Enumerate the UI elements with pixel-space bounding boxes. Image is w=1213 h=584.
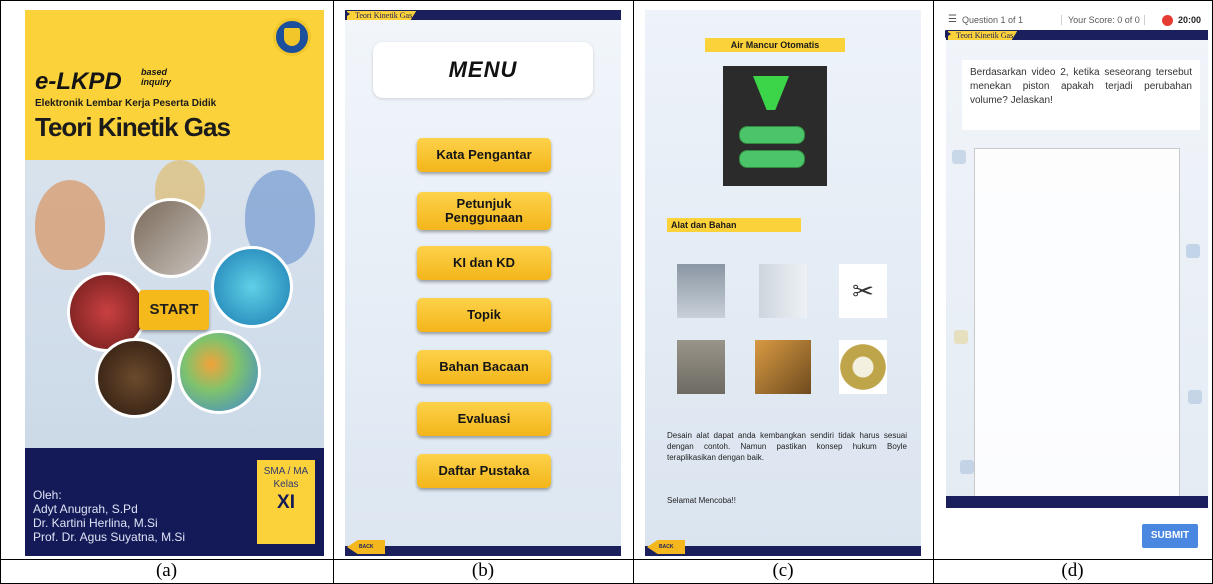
balloons-photo <box>177 330 261 414</box>
grade-school: SMA / MA <box>263 466 309 477</box>
divider <box>633 0 634 584</box>
menu-button-ki-dan-kd[interactable]: KI dan KD <box>417 246 551 280</box>
divider <box>0 0 1 584</box>
cover-screen: e-LKPD based inquiry Elektronik Lembar K… <box>25 10 324 556</box>
balloon-image <box>35 180 105 270</box>
caption-c: (c) <box>772 560 794 581</box>
divider <box>1144 15 1145 25</box>
answer-textarea[interactable] <box>974 148 1180 508</box>
puzzle-piece <box>952 150 966 164</box>
topic-tag: Teori Kinetik Gas <box>948 31 1018 40</box>
bottle-shape <box>739 150 805 168</box>
menu-button-evaluasi[interactable]: Evaluasi <box>417 402 551 436</box>
grade-label: Kelas <box>273 479 299 490</box>
timer-display: 20:00 <box>1178 15 1202 25</box>
university-logo <box>273 18 311 56</box>
quiz-screen: ☰ Question 1 of 1 Your Score: 0 of 0 20:… <box>942 10 1208 556</box>
bottle-shape <box>739 126 805 144</box>
question-stage: Teori Kinetik Gas Berdasarkan video 2, k… <box>945 30 1208 508</box>
divider <box>933 0 934 584</box>
bottom-bar <box>645 546 921 556</box>
author-name: Prof. Dr. Agus Suyatna, M.Si <box>33 530 186 544</box>
puzzle-piece <box>954 330 968 344</box>
question-text: Berdasarkan video 2, ketika seseorang te… <box>962 60 1200 130</box>
menu-screen: Teori Kinetik Gas MENU Kata Pengantar Pe… <box>345 10 621 556</box>
bottom-bar <box>345 546 621 556</box>
divider <box>0 0 1213 1</box>
puzzle-piece <box>1188 390 1202 404</box>
straws-photo <box>759 264 807 318</box>
question-list-icon[interactable]: ☰ <box>948 10 957 30</box>
soda-photo <box>95 338 175 418</box>
menu-button-daftar-pustaka[interactable]: Daftar Pustaka <box>417 454 551 488</box>
bottles-photo <box>677 264 725 318</box>
puzzle-piece <box>960 460 974 474</box>
menu-title: MENU <box>373 42 593 98</box>
scissors-icon: ✂ <box>839 264 887 318</box>
section-heading: Air Mancur Otomatis <box>705 38 845 52</box>
brand-tagline-line: inquiry <box>141 77 172 87</box>
diver-photo <box>211 246 293 328</box>
divider <box>1061 15 1062 25</box>
brand-tagline-line: based <box>141 67 168 77</box>
submit-button[interactable]: SUBMIT <box>1142 524 1198 548</box>
tape-photo <box>839 340 887 394</box>
divider <box>333 0 334 584</box>
glue-photo <box>755 340 811 394</box>
arrow-icon <box>345 10 350 18</box>
menu-button-petunjuk-penggunaan[interactable]: Petunjuk Penggunaan <box>417 192 551 230</box>
quiz-header: ☰ Question 1 of 1 Your Score: 0 of 0 20:… <box>942 10 1208 30</box>
authors-heading: Oleh: <box>33 488 62 502</box>
cover-subtitle: Elektronik Lembar Kerja Peserta Didik <box>35 98 217 109</box>
caption-a: (a) <box>155 560 178 581</box>
funnel-shape <box>753 76 789 110</box>
bottom-bar <box>946 496 1208 508</box>
brand-title: e-LKPD <box>35 68 122 95</box>
author-list: Oleh: Adyt Anugrah, S.Pd Dr. Kartini Her… <box>33 488 185 544</box>
caption-d: (d) <box>1061 560 1084 581</box>
fountain-photo <box>723 66 827 186</box>
grade-value: XI <box>277 492 295 513</box>
menu-button-bahan-bacaan[interactable]: Bahan Bacaan <box>417 350 551 384</box>
arrow-icon <box>945 30 951 38</box>
menu-button-topik[interactable]: Topik <box>417 298 551 332</box>
materials-heading: Alat dan Bahan <box>667 218 801 232</box>
tube-photo <box>677 340 725 394</box>
menu-button-kata-pengantar[interactable]: Kata Pengantar <box>417 138 551 172</box>
topic-tag: Teori Kinetik Gas <box>347 11 417 20</box>
closing-text: Selamat Mencoba!! <box>667 496 736 505</box>
puzzle-piece <box>1186 244 1200 258</box>
activity-screen: Air Mancur Otomatis Alat dan Bahan ✂ Des… <box>645 10 921 556</box>
cover-title: Teori Kinetik Gas <box>35 112 231 142</box>
pump-photo <box>131 198 211 278</box>
start-button[interactable]: START <box>139 290 209 330</box>
question-counter: Question 1 of 1 <box>962 15 1024 25</box>
author-name: Adyt Anugrah, S.Pd <box>33 502 138 516</box>
brand-tagline: based inquiry <box>141 67 171 87</box>
score-display: Your Score: 0 of 0 <box>1068 15 1140 25</box>
author-name: Dr. Kartini Herlina, M.Si <box>33 516 158 530</box>
caption-b: (b) <box>471 560 495 581</box>
grade-badge: SMA / MA Kelas XI <box>257 460 315 544</box>
timer-icon <box>1162 15 1173 26</box>
instruction-text: Desain alat dapat anda kembangkan sendir… <box>667 431 907 462</box>
